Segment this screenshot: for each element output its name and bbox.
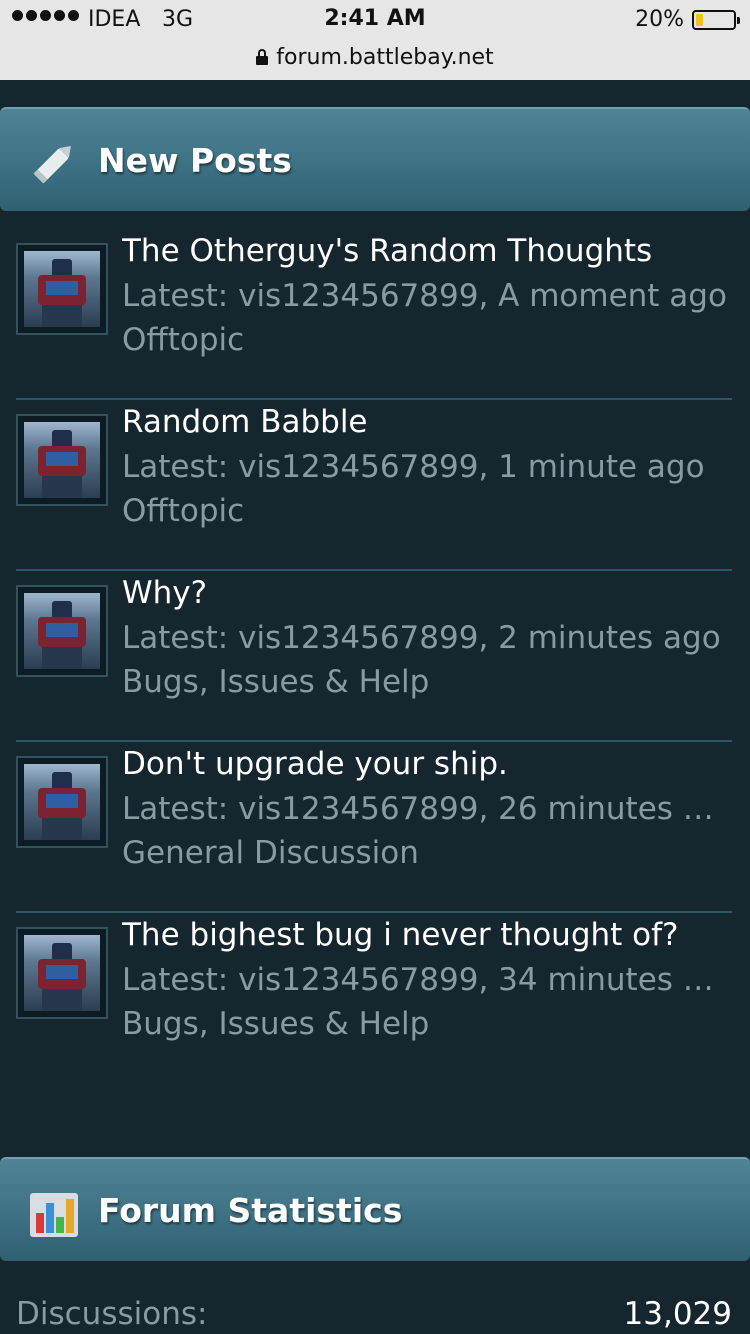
post-latest-info[interactable]: Latest: vis1234567899, 34 minutes a... — [122, 962, 728, 998]
post-title-link[interactable]: Don't upgrade your ship. — [122, 746, 732, 782]
post-forum-link[interactable]: Bugs, Issues & Help — [122, 1006, 429, 1042]
list-item[interactable]: Why? Latest: vis1234567899, 2 minutes ag… — [16, 571, 732, 742]
post-latest-info[interactable]: Latest: vis1234567899, 26 minutes a... — [122, 791, 728, 827]
battery-percent: 20% — [635, 7, 684, 32]
post-title-link[interactable]: The bighest bug i never thought of? — [122, 917, 732, 953]
pencil-icon — [33, 146, 71, 184]
avatar[interactable] — [16, 414, 108, 506]
post-title-link[interactable]: Why? — [122, 575, 732, 611]
battery-icon — [692, 10, 740, 30]
list-item[interactable]: Don't upgrade your ship. Latest: vis1234… — [16, 742, 732, 913]
post-title-link[interactable]: Random Babble — [122, 404, 732, 440]
stat-value: 13,029 — [623, 1296, 732, 1332]
new-posts-title: New Posts — [98, 141, 292, 180]
status-bar: IDEA 3G 2:41 AM 20% — [0, 0, 750, 40]
network-type: 3G — [162, 7, 194, 32]
post-forum-link[interactable]: Bugs, Issues & Help — [122, 664, 429, 700]
post-title-link[interactable]: The Otherguy's Random Thoughts — [122, 233, 732, 269]
address-bar[interactable]: forum.battlebay.net — [0, 40, 750, 74]
signal-strength-icon — [12, 10, 79, 21]
avatar[interactable] — [16, 927, 108, 1019]
url-text[interactable]: forum.battlebay.net — [276, 45, 493, 70]
avatar[interactable] — [16, 243, 108, 335]
post-forum-link[interactable]: Offtopic — [122, 493, 244, 529]
browser-chrome: IDEA 3G 2:41 AM 20% forum.battlebay.net — [0, 0, 750, 80]
post-forum-link[interactable]: Offtopic — [122, 322, 244, 358]
lock-icon — [256, 49, 269, 65]
post-forum-link[interactable]: General Discussion — [122, 835, 419, 871]
avatar[interactable] — [16, 585, 108, 677]
battery-fill — [696, 14, 703, 26]
list-item[interactable]: The Otherguy's Random Thoughts Latest: v… — [16, 229, 732, 400]
list-item[interactable]: Random Babble Latest: vis1234567899, 1 m… — [16, 400, 732, 571]
avatar[interactable] — [16, 756, 108, 848]
forum-statistics-title: Forum Statistics — [98, 1191, 403, 1230]
post-latest-info[interactable]: Latest: vis1234567899, 2 minutes ago — [122, 620, 728, 656]
new-posts-header: New Posts — [0, 107, 750, 211]
post-latest-info[interactable]: Latest: vis1234567899, A moment ago — [122, 278, 728, 314]
list-item[interactable]: The bighest bug i never thought of? Late… — [16, 913, 732, 1084]
bar-chart-icon — [30, 1193, 78, 1237]
post-latest-info[interactable]: Latest: vis1234567899, 1 minute ago — [122, 449, 728, 485]
stat-label: Discussions: — [16, 1296, 208, 1332]
carrier-name: IDEA — [88, 7, 141, 32]
forum-statistics-header: Forum Statistics — [0, 1157, 750, 1261]
